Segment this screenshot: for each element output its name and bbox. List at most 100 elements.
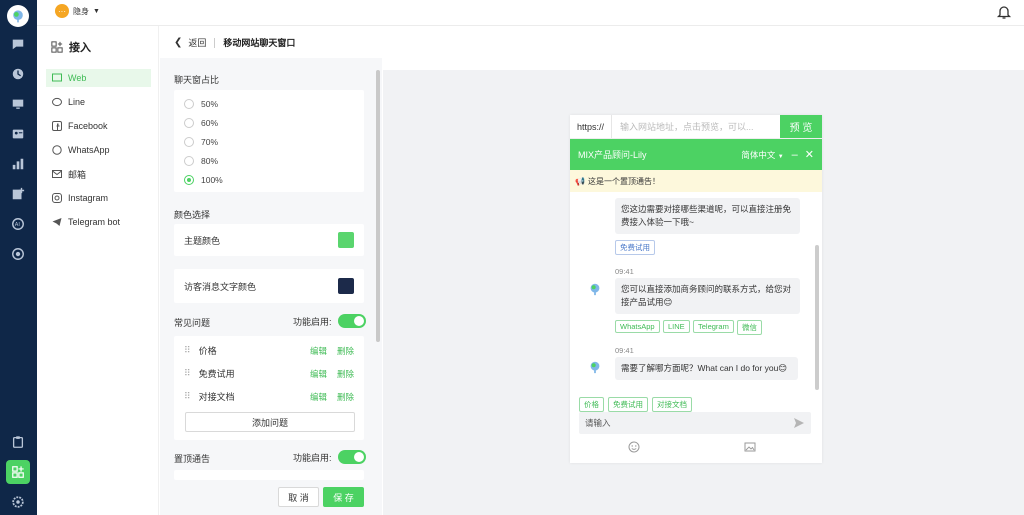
status-dropdown[interactable]: ··· 隐身 ▼ — [55, 4, 100, 18]
visitor-color-swatch[interactable] — [338, 278, 354, 294]
menu-item-web[interactable]: Web — [46, 69, 151, 87]
language-label: 简体中文 — [741, 149, 776, 160]
settings-gear-icon[interactable] — [10, 494, 26, 510]
line-icon — [52, 97, 62, 107]
contacts-icon[interactable] — [10, 126, 26, 142]
bot-message: 您可以直接添加商务顾问的联系方式，给您对接产品试用😊 — [615, 278, 800, 314]
ratio-option-70[interactable]: 70% — [184, 137, 218, 147]
ratio-option-80[interactable]: 80% — [184, 156, 218, 166]
bell-icon[interactable] — [996, 4, 1012, 20]
cancel-button[interactable]: 取 消 — [278, 487, 319, 507]
menu-item-mail[interactable]: 邮箱 — [46, 165, 151, 183]
app-logo[interactable] — [7, 5, 29, 27]
ratio-label: 50% — [201, 99, 219, 109]
faq-row: ⠿ 价格 编辑 删除 — [184, 344, 354, 357]
minimize-icon[interactable]: – — [792, 149, 798, 161]
chat-input-placeholder: 请输入 — [585, 418, 611, 428]
emoji-icon[interactable] — [628, 441, 640, 453]
bot-message: 您这边需要对接哪些渠道呢，可以直接注册免费接入体验一下哦~ — [615, 198, 800, 234]
stats-icon[interactable] — [10, 156, 26, 172]
ratio-card: 50% 60% 70% 80% 100% — [174, 90, 364, 192]
chat-input[interactable]: 请输入 — [579, 412, 811, 434]
menu-heading: 接入 — [51, 39, 91, 55]
add-note-icon[interactable] — [10, 186, 26, 202]
menu-item-label: 邮箱 — [68, 169, 87, 180]
section-title-ratio: 聊天窗占比 — [174, 75, 220, 85]
quick-reply[interactable]: 价格 — [579, 397, 604, 412]
theme-color-swatch[interactable] — [338, 232, 354, 248]
add-question-button[interactable]: 添加问题 — [185, 412, 355, 432]
bot-avatar — [587, 281, 603, 297]
delete-link[interactable]: 删除 — [337, 368, 354, 380]
top-bar: ··· 隐身 ▼ — [37, 0, 1024, 26]
history-icon[interactable] — [10, 66, 26, 82]
ratio-option-100[interactable]: 100% — [184, 175, 223, 185]
menu-item-telegram[interactable]: Telegram bot — [46, 213, 151, 231]
ai-icon[interactable]: AI — [10, 216, 26, 232]
delete-link[interactable]: 删除 — [337, 391, 354, 403]
chat-scrollbar[interactable] — [815, 245, 819, 390]
ratio-option-60[interactable]: 60% — [184, 118, 218, 128]
quick-reply[interactable]: 免费试用 — [608, 397, 648, 412]
menu-item-label: WhatsApp — [68, 145, 110, 155]
visitor-color-label: 访客消息文字颜色 — [184, 281, 257, 292]
drag-handle-icon[interactable]: ⠿ — [184, 368, 191, 379]
menu-item-instagram[interactable]: Instagram — [46, 189, 151, 207]
ratio-label: 100% — [201, 175, 223, 185]
page-title: 移动网站聊天窗口 — [223, 38, 296, 48]
faq-toggle[interactable] — [337, 314, 366, 328]
bot-message: 需要了解哪方面呢？What can I do for you😊 — [615, 357, 798, 380]
chat-icon[interactable] — [10, 36, 26, 52]
settings-scrollbar[interactable] — [376, 70, 380, 342]
menu-item-line[interactable]: Line — [46, 93, 151, 111]
channel-menu: 接入 Web Line Facebook WhatsApp 邮箱 Instagr… — [37, 26, 159, 515]
drag-handle-icon[interactable]: ⠿ — [184, 345, 191, 356]
faq-name: 免费试用 — [198, 369, 235, 379]
chat-title: MIX产品顾问-Lily — [578, 150, 647, 160]
language-select[interactable]: 简体中文 ▼ — [741, 149, 783, 161]
grid-plus-icon — [51, 41, 63, 53]
faq-toggle-group: 功能启用: — [293, 314, 366, 328]
brain-logo-icon — [13, 10, 23, 23]
back-link[interactable]: ❮ 返回 — [174, 36, 206, 49]
quick-tag[interactable]: 微信 — [737, 320, 762, 335]
quick-tag[interactable]: 免费试用 — [615, 240, 655, 255]
quick-reply[interactable]: 对接文档 — [652, 397, 692, 412]
send-icon[interactable] — [793, 417, 805, 429]
ratio-option-50[interactable]: 50% — [184, 99, 218, 109]
menu-item-whatsapp[interactable]: WhatsApp — [46, 141, 151, 159]
message-text: 您这边需要对接哪些渠道呢，可以直接注册免费接入体验一下哦~ — [621, 204, 792, 227]
close-icon[interactable]: ✕ — [805, 148, 814, 161]
ratio-label: 70% — [201, 137, 219, 147]
image-icon[interactable] — [744, 441, 756, 453]
clipboard-icon[interactable] — [10, 434, 26, 450]
app-rail: AI — [0, 0, 37, 515]
quick-tag[interactable]: LINE — [663, 320, 690, 333]
brain-avatar-icon — [590, 283, 600, 296]
edit-link[interactable]: 编辑 — [310, 368, 327, 380]
quick-tag[interactable]: WhatsApp — [615, 320, 660, 333]
monitor-icon[interactable] — [10, 96, 26, 112]
theme-color-label: 主题颜色 — [184, 235, 221, 246]
web-icon — [52, 73, 62, 82]
quick-tag[interactable]: Telegram — [693, 320, 734, 333]
edit-link[interactable]: 编辑 — [310, 391, 327, 403]
menu-item-facebook[interactable]: Facebook — [46, 117, 151, 135]
drag-handle-icon[interactable]: ⠿ — [184, 391, 191, 402]
delete-link[interactable]: 删除 — [337, 345, 354, 357]
url-input[interactable]: 输入网站地址，点击预览，可以... — [612, 115, 780, 138]
faq-card: ⠿ 价格 编辑 删除 ⠿ 免费试用 编辑 删除 ⠿ 对接文档 编辑 删除 添加问… — [174, 336, 364, 440]
megaphone-icon: 📢 — [575, 176, 585, 186]
integrations-icon[interactable] — [6, 460, 30, 484]
target-icon[interactable] — [10, 246, 26, 262]
pin-toggle[interactable] — [337, 450, 366, 464]
message-list[interactable]: 您这边需要对接哪些渠道呢，可以直接注册免费接入体验一下哦~ 免费试用 09:41… — [570, 192, 822, 400]
save-button[interactable]: 保 存 — [323, 487, 364, 507]
menu-item-label: Telegram bot — [68, 217, 121, 227]
section-title-pin-notice: 置顶通告 — [174, 454, 211, 464]
preview-button[interactable]: 预 览 — [780, 115, 822, 138]
url-bar: https:// 输入网站地址，点击预览，可以... 预 览 — [570, 115, 822, 139]
radio-dot — [184, 156, 194, 166]
visitor-color-card: 访客消息文字颜色 — [174, 269, 364, 303]
edit-link[interactable]: 编辑 — [310, 345, 327, 357]
